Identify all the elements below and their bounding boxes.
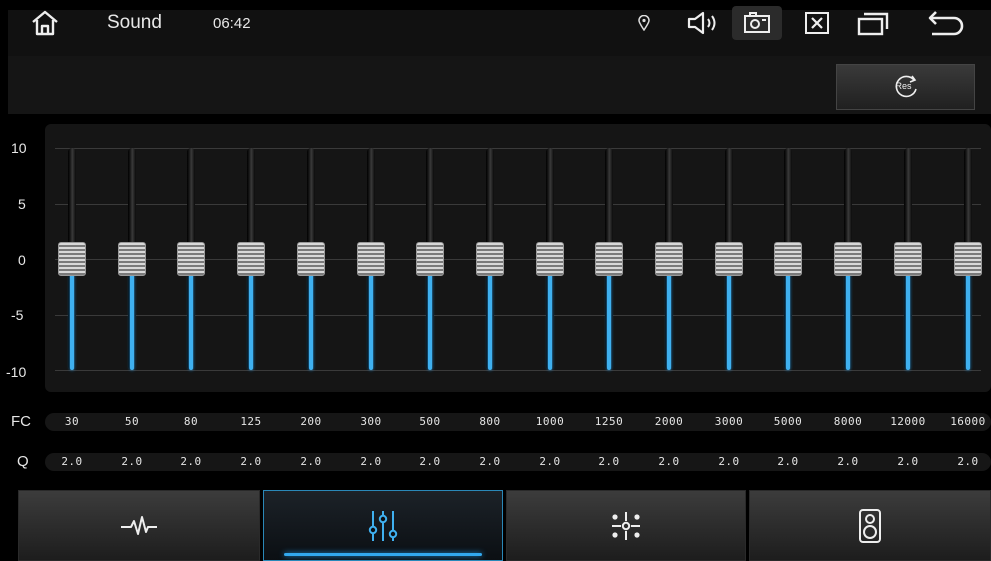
fc-value[interactable]: 80 — [161, 415, 221, 428]
slider-thumb[interactable] — [476, 242, 504, 276]
fc-value[interactable]: 800 — [460, 415, 520, 428]
slider-thumb[interactable] — [58, 242, 86, 276]
close-box-icon[interactable] — [796, 6, 838, 40]
y-axis-label: 0 — [18, 252, 26, 268]
reset-button[interactable]: Res — [836, 64, 975, 110]
home-icon[interactable] — [28, 8, 62, 38]
q-value[interactable]: 2.0 — [161, 455, 221, 468]
location-icon — [634, 6, 654, 40]
fc-value[interactable]: 125 — [221, 415, 281, 428]
back-arrow-icon[interactable] — [920, 6, 972, 40]
q-value[interactable]: 2.0 — [579, 455, 639, 468]
sound-field-icon — [612, 511, 640, 540]
slider-thumb[interactable] — [416, 242, 444, 276]
fc-value[interactable]: 8000 — [818, 415, 878, 428]
equalizer-sliders-icon — [368, 510, 398, 541]
slider-level-fill — [189, 273, 193, 370]
fc-value[interactable]: 3000 — [699, 415, 759, 428]
q-value[interactable]: 2.0 — [699, 455, 759, 468]
q-value[interactable]: 2.0 — [639, 455, 699, 468]
slider-thumb[interactable] — [655, 242, 683, 276]
slider-level-fill — [70, 273, 74, 370]
y-axis-label: 5 — [18, 196, 26, 212]
fc-value[interactable]: 12000 — [878, 415, 938, 428]
slider-level-fill — [727, 273, 731, 370]
slider-thumb[interactable] — [954, 242, 982, 276]
slider-thumb[interactable] — [536, 242, 564, 276]
fc-value[interactable]: 2000 — [639, 415, 699, 428]
reset-label: Res — [895, 81, 912, 91]
slider-thumb[interactable] — [297, 242, 325, 276]
q-value[interactable]: 2.0 — [520, 455, 580, 468]
active-tab-indicator — [284, 553, 482, 556]
slider-level-fill — [786, 273, 790, 370]
reset-icon: Res — [892, 74, 920, 100]
q-value[interactable]: 2.0 — [42, 455, 102, 468]
slider-thumb[interactable] — [177, 242, 205, 276]
tab-waveform[interactable] — [18, 490, 260, 561]
q-value[interactable]: 2.0 — [341, 455, 401, 468]
screenshot-camera-icon[interactable] — [732, 6, 782, 40]
slider-level-fill — [428, 273, 432, 370]
fc-value[interactable]: 200 — [281, 415, 341, 428]
fc-value[interactable]: 500 — [400, 415, 460, 428]
slider-level-fill — [249, 273, 253, 370]
tab-equalizer[interactable] — [263, 490, 503, 561]
q-value[interactable]: 2.0 — [878, 455, 938, 468]
window-icon[interactable] — [852, 6, 894, 40]
q-value[interactable]: 2.0 — [102, 455, 162, 468]
grid-line-minus-10 — [55, 370, 981, 371]
waveform-icon — [121, 515, 157, 535]
fc-value[interactable]: 300 — [341, 415, 401, 428]
fc-value[interactable]: 1000 — [520, 415, 580, 428]
slider-level-fill — [369, 273, 373, 370]
volume-icon[interactable] — [683, 6, 723, 40]
slider-level-fill — [488, 273, 492, 370]
app-title: Sound — [107, 12, 162, 33]
q-value[interactable]: 2.0 — [281, 455, 341, 468]
slider-thumb[interactable] — [715, 242, 743, 276]
q-value[interactable]: 2.0 — [758, 455, 818, 468]
q-value[interactable]: 2.0 — [221, 455, 281, 468]
slider-thumb[interactable] — [774, 242, 802, 276]
clock: 06:42 — [213, 15, 251, 32]
q-value[interactable]: 2.0 — [818, 455, 878, 468]
slider-level-fill — [607, 273, 611, 370]
slider-level-fill — [906, 273, 910, 370]
y-axis-label: -5 — [11, 307, 24, 323]
fc-value[interactable]: 50 — [102, 415, 162, 428]
fc-value[interactable]: 1250 — [579, 415, 639, 428]
tab-bar — [8, 490, 991, 561]
fc-value[interactable]: 5000 — [758, 415, 818, 428]
slider-level-fill — [548, 273, 552, 370]
y-axis-label: 10 — [11, 140, 27, 156]
fc-value[interactable]: 30 — [42, 415, 102, 428]
slider-level-fill — [130, 273, 134, 370]
q-value[interactable]: 2.0 — [400, 455, 460, 468]
y-axis-label: -10 — [6, 364, 27, 380]
q-value[interactable]: 2.0 — [460, 455, 520, 468]
fc-label: FC — [11, 413, 31, 430]
slider-level-fill — [667, 273, 671, 370]
q-label: Q — [17, 453, 29, 470]
tab-speaker[interactable] — [749, 490, 991, 561]
slider-thumb[interactable] — [237, 242, 265, 276]
tab-sound-field[interactable] — [506, 490, 746, 561]
slider-thumb[interactable] — [595, 242, 623, 276]
fc-value[interactable]: 16000 — [938, 415, 991, 428]
q-value[interactable]: 2.0 — [938, 455, 991, 468]
slider-thumb[interactable] — [834, 242, 862, 276]
slider-thumb[interactable] — [894, 242, 922, 276]
slider-thumb[interactable] — [357, 242, 385, 276]
speaker-icon — [859, 508, 881, 543]
slider-level-fill — [846, 273, 850, 370]
slider-level-fill — [309, 273, 313, 370]
slider-level-fill — [966, 273, 970, 370]
slider-thumb[interactable] — [118, 242, 146, 276]
